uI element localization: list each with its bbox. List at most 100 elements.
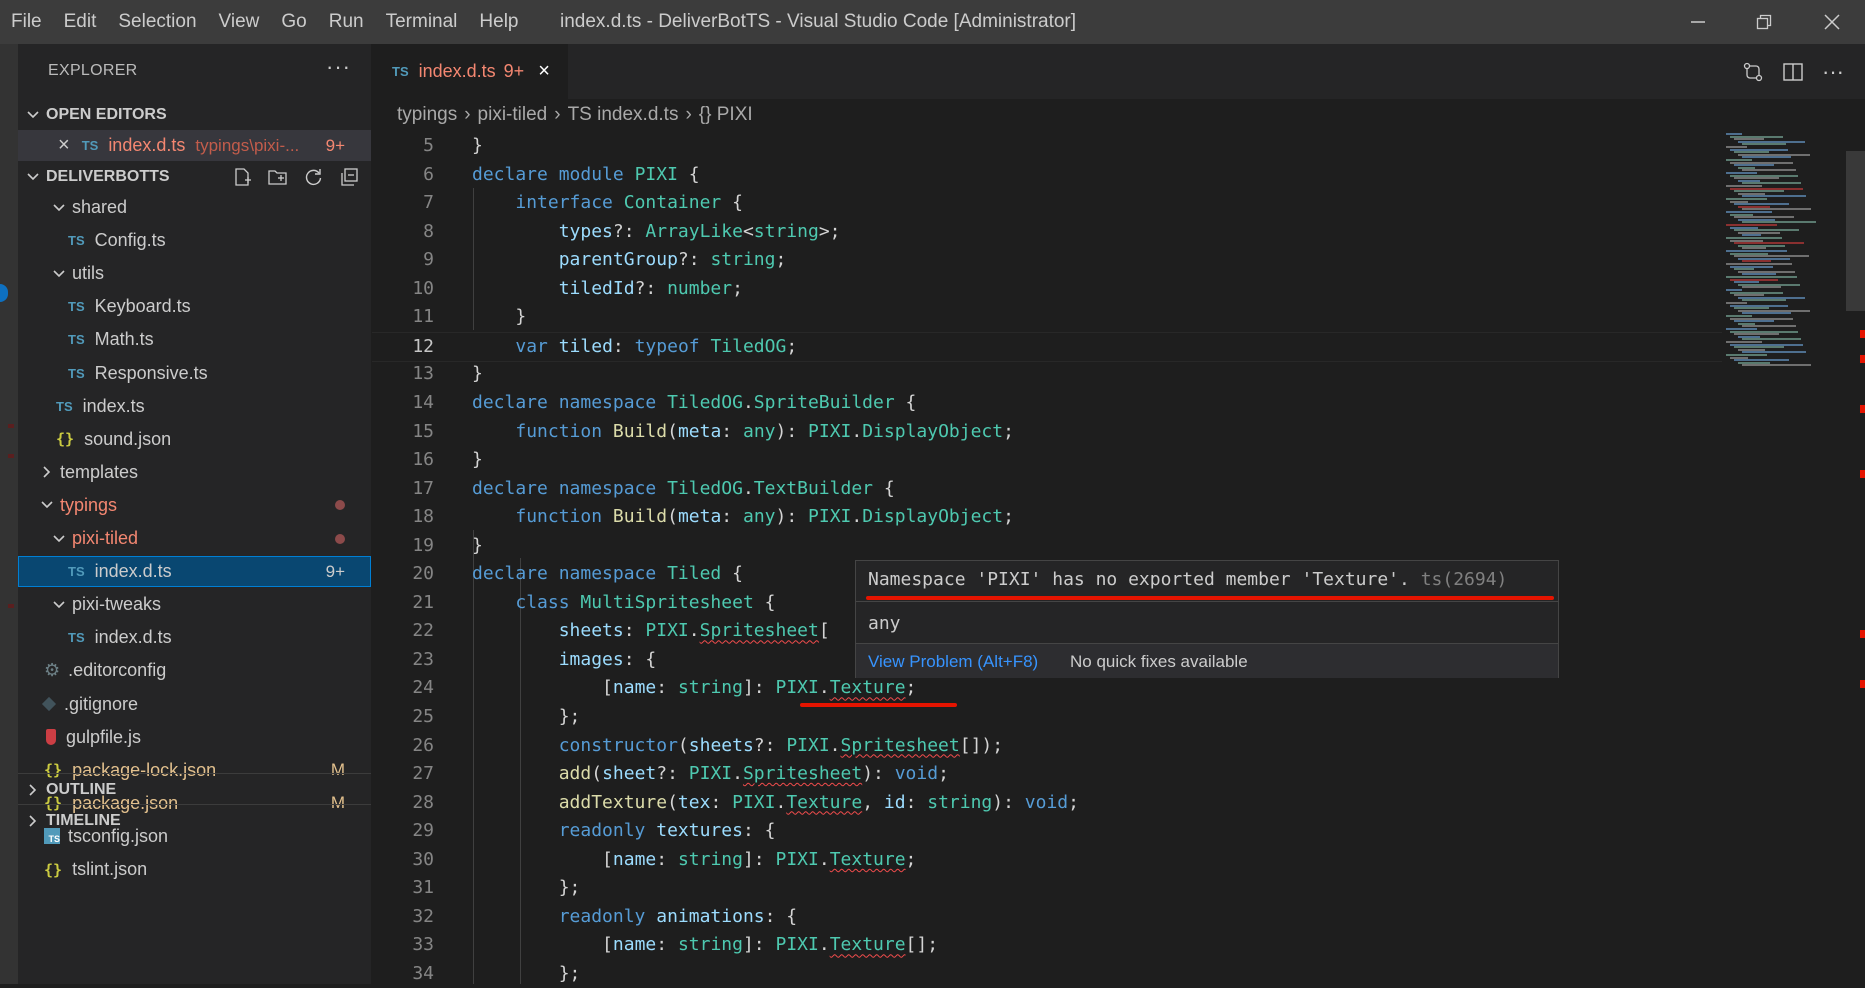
code-token: . xyxy=(818,677,830,699)
file-tree-item[interactable]: templates xyxy=(18,457,371,488)
code-text: [name: string]: PIXI.Texture[]; xyxy=(472,931,938,960)
file-tree-item[interactable]: {} tslint.json xyxy=(18,854,371,885)
code-line[interactable]: 10 tiledId?: number; xyxy=(372,275,1722,304)
code-line[interactable]: 16} xyxy=(372,446,1722,475)
breadcrumb-item[interactable]: typings xyxy=(397,104,457,126)
new-file-icon[interactable] xyxy=(229,164,255,190)
minimize-icon[interactable] xyxy=(1670,0,1726,44)
code-line[interactable]: 6 declare module PIXI { xyxy=(372,161,1722,190)
code-token: ( xyxy=(677,734,689,756)
code-token: ( xyxy=(667,791,678,813)
code-editor[interactable]: 5} 6 declare module PIXI {7 interface Cont… xyxy=(372,131,1722,984)
outline-section[interactable]: OUTLINE xyxy=(18,773,371,805)
breadcrumb-item[interactable]: TS index.d.ts xyxy=(568,104,679,126)
code-line[interactable]: 33 [name: string]: PIXI.Texture[]; xyxy=(372,931,1722,960)
file-tree-item[interactable]: TS Responsive.ts xyxy=(18,358,371,389)
timeline-section[interactable]: TIMELINE xyxy=(18,804,371,836)
code-line[interactable]: 14 declare namespace TiledOG.SpriteBuilde… xyxy=(372,389,1722,418)
breadcrumb-item[interactable]: {} PIXI xyxy=(699,104,753,126)
menu-item-terminal[interactable]: Terminal xyxy=(375,0,469,44)
view-problem-link[interactable]: View Problem (Alt+F8) xyxy=(868,652,1038,672)
file-tree-item[interactable]: TS Keyboard.ts xyxy=(18,291,371,322)
more-actions-icon[interactable]: ··· xyxy=(1819,58,1847,86)
code-line[interactable]: 28 addTexture(tex: PIXI.Texture, id: str… xyxy=(372,789,1722,818)
code-line[interactable]: 26 constructor(sheets?: PIXI.Spritesheet… xyxy=(372,732,1722,761)
minimap[interactable] xyxy=(1722,131,1846,984)
file-status-badge: 9+ xyxy=(325,561,345,581)
code-token: ]: xyxy=(742,677,776,699)
collapse-all-icon[interactable] xyxy=(337,164,363,190)
file-tree-item[interactable]: TS index.d.ts xyxy=(18,622,371,653)
refresh-icon[interactable] xyxy=(301,164,327,190)
menu-item-selection[interactable]: Selection xyxy=(107,0,207,44)
file-tree-item[interactable]: TS Config.ts xyxy=(18,225,371,256)
close-tab-icon[interactable]: × xyxy=(538,60,550,83)
close-icon[interactable] xyxy=(1804,0,1860,44)
vertical-scrollbar[interactable] xyxy=(1846,131,1865,984)
line-number: 8 xyxy=(423,220,434,242)
code-text: constructor(sheets?: PIXI.Spritesheet[])… xyxy=(472,732,1003,761)
file-tree-item[interactable]: .gitignore xyxy=(18,689,371,720)
code-line[interactable]: 5} xyxy=(372,132,1722,161)
code-line[interactable]: 11 } xyxy=(372,303,1722,332)
code-line[interactable]: 9 parentGroup?: string; xyxy=(372,246,1722,275)
code-line[interactable]: 7 interface Container { xyxy=(372,189,1722,218)
open-changes-icon[interactable] xyxy=(1739,58,1767,86)
chevron-down-icon xyxy=(26,108,40,122)
tab-index-d-ts[interactable]: TS index.d.ts 9+ × xyxy=(372,44,568,99)
code-line[interactable]: 15 function Build(meta: any): PIXI.Displ… xyxy=(372,418,1722,447)
code-token: PIXI xyxy=(808,420,852,442)
window-title: index.d.ts - DeliverBotTS - Visual Studi… xyxy=(560,11,1077,32)
restore-icon[interactable] xyxy=(1736,0,1792,44)
menu-item-file[interactable]: File xyxy=(0,0,53,44)
code-line[interactable]: 24 [name: string]: PIXI.Texture; xyxy=(372,674,1722,703)
code-line[interactable]: 13} xyxy=(372,360,1722,389)
scrollbar-thumb[interactable] xyxy=(1846,151,1865,311)
error-marker xyxy=(1860,680,1865,688)
menu-item-view[interactable]: View xyxy=(208,0,271,44)
menu-item-go[interactable]: Go xyxy=(270,0,317,44)
more-actions-icon[interactable]: ··· xyxy=(326,54,351,80)
project-section[interactable]: DELIVERBOTTS xyxy=(18,161,371,192)
code-token: } xyxy=(472,363,483,385)
menu-item-help[interactable]: Help xyxy=(468,0,529,44)
code-line[interactable]: 31 }; xyxy=(372,874,1722,903)
file-tree-item[interactable]: ⚙ .editorconfig xyxy=(18,655,371,686)
activity-indicator xyxy=(0,284,8,302)
file-tree-item[interactable]: {} sound.json xyxy=(18,424,371,455)
code-token: readonly xyxy=(558,820,657,842)
menu-item-run[interactable]: Run xyxy=(318,0,375,44)
open-editors-section[interactable]: OPEN EDITORS xyxy=(18,99,371,130)
file-tree-item[interactable]: pixi-tiled xyxy=(18,523,371,554)
code-line[interactable]: 18 function Build(meta: any): PIXI.Displ… xyxy=(372,503,1722,532)
divider xyxy=(856,601,1558,602)
code-line[interactable]: 30 [name: string]: PIXI.Texture; xyxy=(372,846,1722,875)
code-line[interactable]: 17 declare namespace TiledOG.TextBuilder … xyxy=(372,475,1722,504)
close-editor-icon[interactable]: × xyxy=(58,134,70,157)
outline-label: OUTLINE xyxy=(46,780,117,798)
breadcrumb-item[interactable]: pixi-tiled xyxy=(478,104,548,126)
code-token: TiledOG xyxy=(710,335,787,357)
file-tree-item[interactable]: shared xyxy=(18,192,371,223)
new-folder-icon[interactable] xyxy=(265,164,291,190)
problem-dot xyxy=(335,533,345,544)
file-tree-item[interactable]: typings xyxy=(18,490,371,521)
code-line[interactable]: 12 var tiled: typeof TiledOG; xyxy=(372,331,1722,363)
file-tree-item[interactable]: gulpfile.js xyxy=(18,722,371,753)
ts-file-icon: TS xyxy=(68,332,85,348)
file-tree-item[interactable]: TS index.d.ts 9+ xyxy=(18,556,371,588)
code-line[interactable]: 25 }; xyxy=(372,703,1722,732)
code-line[interactable]: 29 readonly textures: { xyxy=(372,817,1722,846)
file-tree-item[interactable]: TS index.ts xyxy=(18,391,371,422)
file-tree-item[interactable]: pixi-tweaks xyxy=(18,589,371,620)
code-line[interactable]: 8 types?: ArrayLike<string>; xyxy=(372,218,1722,247)
split-editor-icon[interactable] xyxy=(1779,58,1807,86)
code-line[interactable]: 32 readonly animations: { xyxy=(372,903,1722,932)
code-token: void xyxy=(1024,791,1069,813)
code-line[interactable]: 19} xyxy=(372,532,1722,561)
file-tree-item[interactable]: TS Math.ts xyxy=(18,324,371,355)
file-tree-item[interactable]: utils xyxy=(18,258,371,289)
open-editor-item[interactable]: × TS index.d.ts typings\pixi-... 9+ xyxy=(18,130,371,161)
code-line[interactable]: 27 add(sheet?: PIXI.Spritesheet): void; xyxy=(372,760,1722,789)
menu-item-edit[interactable]: Edit xyxy=(53,0,108,44)
